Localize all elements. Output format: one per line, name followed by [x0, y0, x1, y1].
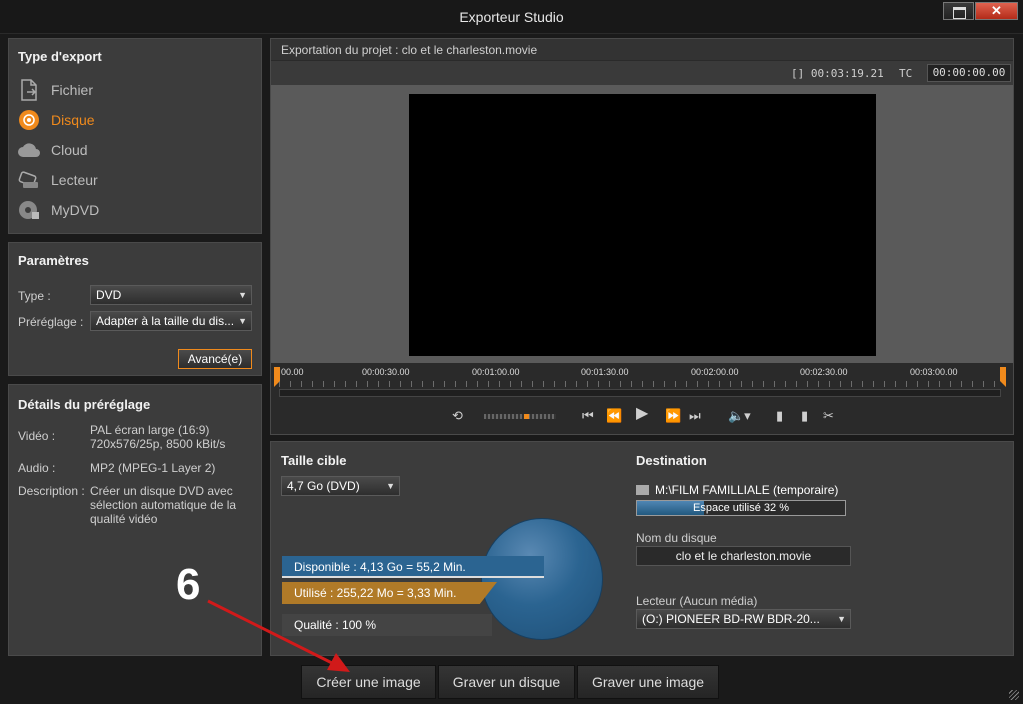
- annotation-arrow: [207, 599, 350, 672]
